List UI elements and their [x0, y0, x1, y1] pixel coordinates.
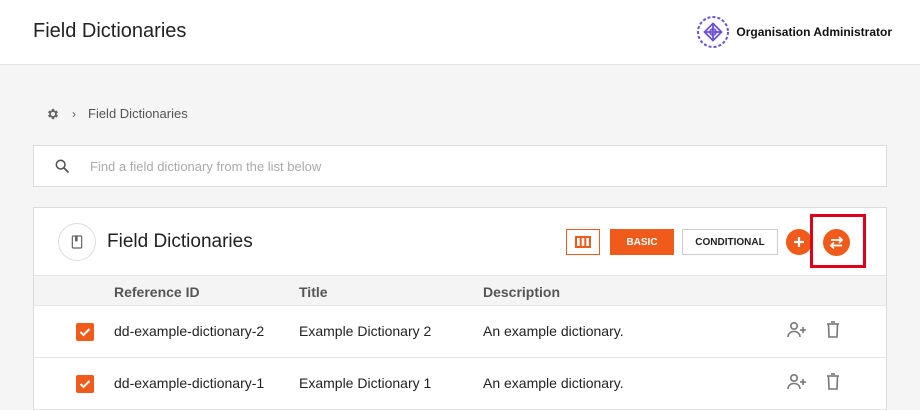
conditional-view-button[interactable]: CONDITIONAL	[682, 229, 778, 255]
title-cell: Example Dictionary 1	[299, 375, 432, 391]
delete-icon[interactable]	[826, 321, 840, 338]
columns-icon	[575, 236, 591, 248]
description-cell: An example dictionary.	[483, 375, 624, 391]
checkmark-icon	[79, 328, 91, 337]
panel-header: Field Dictionaries BASIC CONDITIONAL	[34, 208, 886, 275]
breadcrumb-current: Field Dictionaries	[88, 106, 188, 121]
table-row[interactable]: dd-example-dictionary-2 Example Dictiona…	[34, 306, 886, 358]
organisation-name: Organisation Administrator	[736, 25, 892, 39]
dictionaries-panel: Field Dictionaries BASIC CONDITIONAL Ref…	[33, 207, 887, 410]
panel-title: Field Dictionaries	[107, 231, 253, 252]
delete-icon[interactable]	[826, 373, 840, 390]
column-header-description[interactable]: Description	[483, 284, 560, 300]
table-row[interactable]: dd-example-dictionary-1 Example Dictiona…	[34, 358, 886, 410]
plus-icon	[794, 237, 804, 247]
share-user-icon[interactable]	[787, 321, 807, 339]
row-checkbox[interactable]	[76, 323, 94, 341]
column-header-reference-id[interactable]: Reference ID	[114, 284, 200, 300]
basic-view-button[interactable]: BASIC	[610, 229, 674, 255]
breadcrumb-separator: ›	[72, 106, 76, 121]
column-header-title[interactable]: Title	[299, 284, 328, 300]
page-title: Field Dictionaries	[33, 20, 187, 42]
top-bar: Field Dictionaries Organisation Administ…	[0, 0, 920, 65]
search-icon	[54, 158, 70, 174]
share-user-icon[interactable]	[787, 373, 807, 391]
table-header: Reference ID Title Description	[34, 275, 886, 306]
user-menu[interactable]: Organisation Administrator	[696, 15, 892, 49]
add-dictionary-button[interactable]	[786, 229, 812, 255]
gear-icon[interactable]	[46, 107, 60, 121]
organisation-logo-icon	[697, 16, 730, 48]
swap-icon	[829, 236, 844, 249]
reference-id-cell: dd-example-dictionary-2	[114, 323, 265, 339]
row-checkbox[interactable]	[76, 375, 94, 393]
description-cell: An example dictionary.	[483, 323, 624, 339]
book-icon	[58, 223, 96, 261]
title-cell: Example Dictionary 2	[299, 323, 432, 339]
checkmark-icon	[79, 380, 91, 389]
columns-button[interactable]	[566, 229, 600, 255]
swap-button[interactable]	[823, 229, 850, 256]
search-bar	[33, 145, 887, 187]
breadcrumb: › Field Dictionaries	[46, 106, 188, 121]
reference-id-cell: dd-example-dictionary-1	[114, 375, 265, 391]
search-input[interactable]	[90, 158, 790, 174]
